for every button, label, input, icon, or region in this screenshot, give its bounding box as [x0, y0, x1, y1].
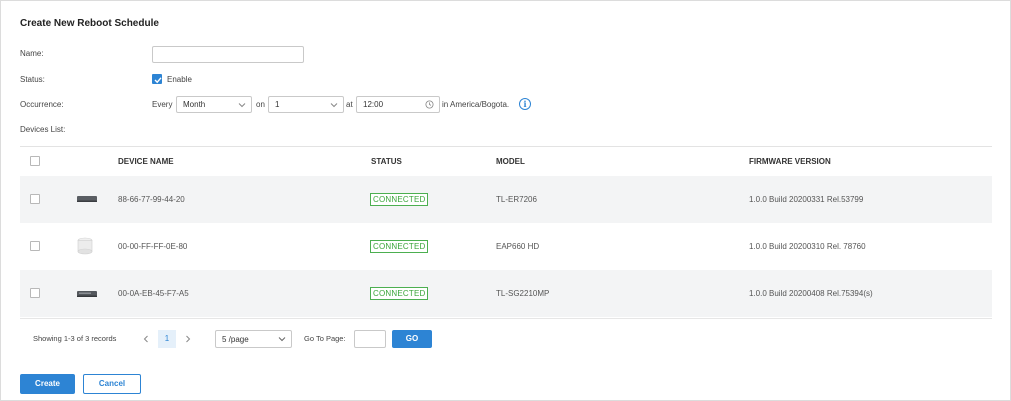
cancel-button[interactable]: Cancel — [83, 374, 141, 394]
status-badge: CONNECTED — [370, 240, 429, 253]
period-select[interactable]: Month — [176, 96, 252, 113]
name-input[interactable] — [152, 46, 304, 63]
create-button[interactable]: Create — [20, 374, 75, 394]
name-label: Name: — [20, 49, 44, 58]
device-name: 88-66-77-99-44-20 — [118, 195, 185, 204]
switch-icon — [77, 291, 97, 297]
select-all-checkbox[interactable] — [30, 156, 40, 166]
day-select[interactable]: 1 — [268, 96, 344, 113]
chevron-down-icon — [278, 337, 286, 342]
devices-list-label: Devices List: — [20, 125, 66, 134]
table-header: DEVICE NAME STATUS MODEL FIRMWARE VERSIO… — [20, 146, 992, 176]
day-value: 1 — [275, 100, 280, 109]
go-button[interactable]: GO — [392, 330, 432, 348]
period-value: Month — [183, 100, 206, 109]
enable-checkbox[interactable] — [152, 74, 162, 84]
page-size-value: 5 /page — [222, 334, 249, 344]
time-value: 12:00 — [363, 100, 384, 109]
occurrence-label: Occurrence: — [20, 100, 64, 109]
table-bottom-divider — [20, 318, 992, 319]
table-row[interactable]: 88-66-77-99-44-20 CONNECTED TL-ER7206 1.… — [20, 176, 992, 223]
device-model: TL-SG2210MP — [496, 289, 550, 298]
info-icon[interactable]: i — [519, 98, 531, 110]
chevron-down-icon — [330, 103, 338, 108]
page-size-select[interactable]: 5 /page — [215, 330, 292, 348]
time-picker[interactable]: 12:00 — [356, 96, 440, 113]
every-text: Every — [152, 100, 173, 109]
row-checkbox[interactable] — [30, 241, 40, 251]
column-header-firmware[interactable]: FIRMWARE VERSION — [749, 157, 831, 166]
enable-label: Enable — [167, 75, 192, 84]
status-badge: CONNECTED — [370, 287, 429, 300]
table-row[interactable]: 00-0A-EB-45-F7-A5 CONNECTED TL-SG2210MP … — [20, 270, 992, 317]
router-icon — [77, 196, 97, 202]
status-label: Status: — [20, 75, 45, 84]
goto-page-input[interactable] — [354, 330, 386, 348]
records-summary: Showing 1-3 of 3 records — [33, 334, 117, 343]
row-checkbox[interactable] — [30, 194, 40, 204]
dialog-panel: Create New Reboot Schedule Name: Status:… — [0, 0, 1011, 401]
goto-page-label: Go To Page: — [304, 334, 346, 343]
at-text: at — [346, 100, 353, 109]
firmware-version: 1.0.0 Build 20200408 Rel.75394(s) — [749, 289, 873, 298]
checkmark-icon — [154, 77, 162, 84]
prev-page-icon[interactable] — [137, 330, 155, 348]
device-name: 00-0A-EB-45-F7-A5 — [118, 289, 189, 298]
status-badge: CONNECTED — [370, 193, 429, 206]
table-row[interactable]: 00-00-FF-FF-0E-80 CONNECTED EAP660 HD 1.… — [20, 223, 992, 270]
clock-icon — [425, 100, 434, 109]
on-text: on — [256, 100, 265, 109]
access-point-icon — [77, 237, 93, 255]
next-page-icon[interactable] — [179, 330, 197, 348]
page-number-current[interactable]: 1 — [158, 330, 176, 348]
column-header-status[interactable]: STATUS — [371, 157, 402, 166]
row-checkbox[interactable] — [30, 288, 40, 298]
device-name: 00-00-FF-FF-0E-80 — [118, 242, 188, 251]
column-header-device-name[interactable]: DEVICE NAME — [118, 157, 174, 166]
column-header-model[interactable]: MODEL — [496, 157, 525, 166]
firmware-version: 1.0.0 Build 20200310 Rel. 78760 — [749, 242, 866, 251]
page-title: Create New Reboot Schedule — [20, 18, 159, 29]
chevron-down-icon — [238, 103, 246, 108]
device-model: TL-ER7206 — [496, 195, 537, 204]
firmware-version: 1.0.0 Build 20200331 Rel.53799 — [749, 195, 864, 204]
device-model: EAP660 HD — [496, 242, 540, 251]
timezone-text: in America/Bogota. — [442, 100, 510, 109]
